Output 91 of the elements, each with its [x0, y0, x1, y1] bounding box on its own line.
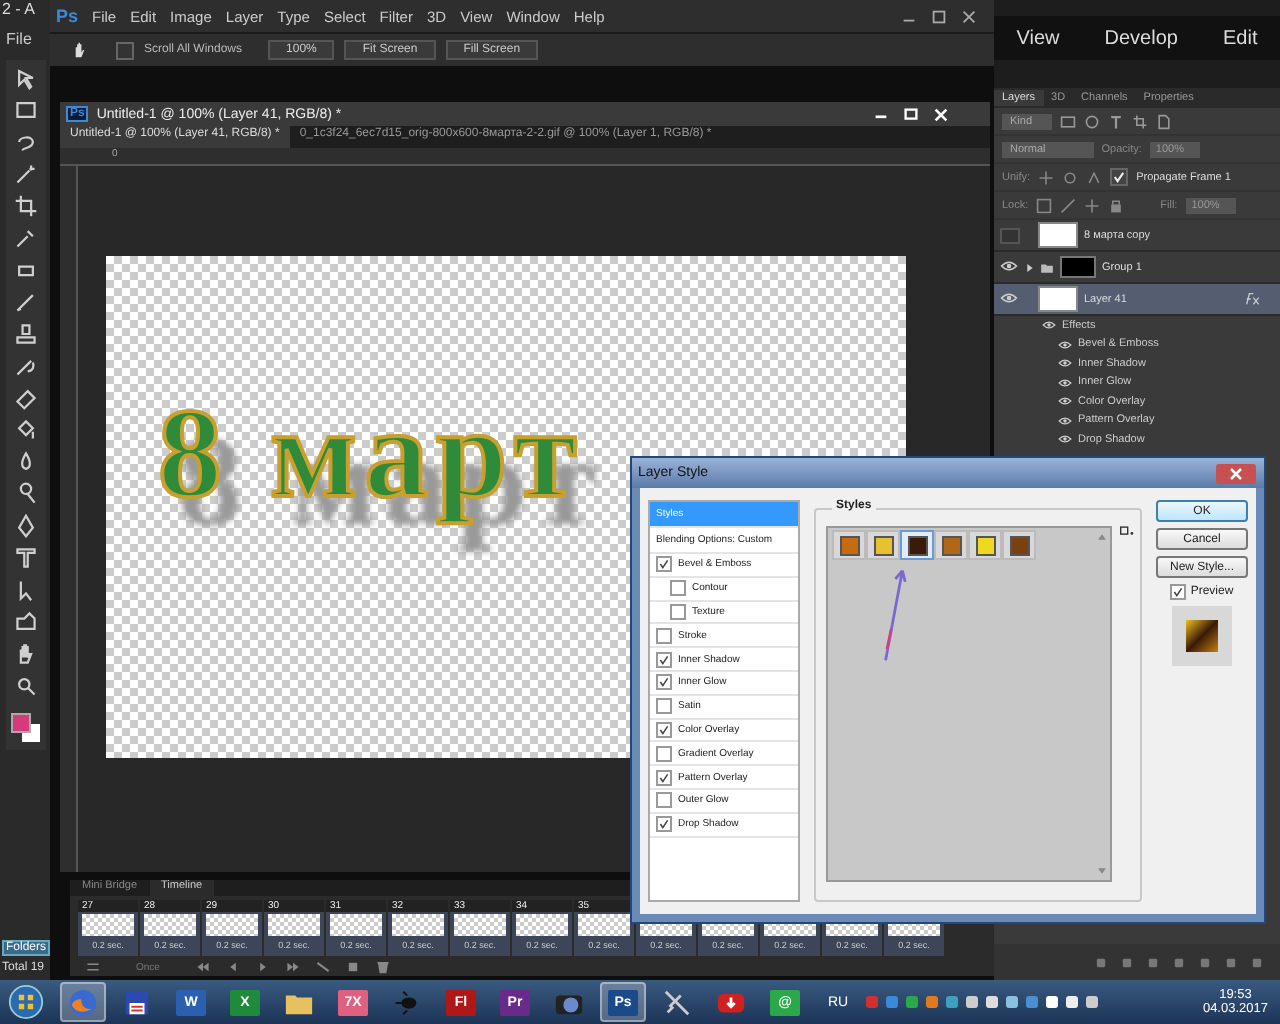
globe-icon [68, 987, 98, 1017]
eraser-icon[interactable] [13, 386, 37, 410]
pen-icon[interactable] [13, 514, 37, 538]
frame-thumbnail [206, 914, 258, 936]
frame-thumbnail [82, 914, 134, 936]
style-preview [1172, 606, 1232, 666]
checkbox[interactable] [656, 674, 672, 691]
checkbox[interactable] [1110, 168, 1129, 186]
tween-icon[interactable] [315, 960, 330, 974]
eye-icon[interactable] [1000, 291, 1020, 307]
frame-thumbnail [392, 914, 444, 936]
checkbox[interactable] [656, 698, 672, 715]
crop-icon[interactable] [1132, 113, 1149, 129]
eye-icon[interactable] [1058, 415, 1072, 426]
lock-pixels-icon[interactable] [1036, 197, 1053, 213]
unify-position-icon[interactable] [1038, 169, 1055, 185]
unify-style-icon[interactable] [1086, 169, 1103, 185]
app-logo: Ps [56, 6, 79, 26]
checkbox[interactable] [670, 603, 686, 620]
eye-icon[interactable] [1058, 339, 1072, 350]
type-icon[interactable] [1108, 113, 1125, 129]
frame-thumbnail [144, 914, 196, 936]
unify-visibility-icon[interactable] [1062, 169, 1079, 185]
checkbox[interactable] [656, 651, 672, 668]
eye-icon[interactable] [1058, 377, 1072, 388]
move-tool-icon[interactable] [13, 66, 37, 90]
shape-icon[interactable] [13, 610, 37, 634]
checkbox[interactable] [656, 792, 672, 809]
checkbox[interactable] [116, 41, 134, 59]
duplicate-frame-icon[interactable] [345, 960, 360, 974]
zoom-icon[interactable] [13, 674, 37, 698]
frame-thumbnail [516, 914, 568, 936]
lock-icon[interactable] [1108, 197, 1125, 213]
style-preset[interactable] [900, 530, 934, 560]
menu-item[interactable]: File [6, 30, 32, 48]
frame-thumbnail [268, 914, 320, 936]
brush-icon[interactable] [13, 290, 37, 314]
module-tab[interactable]: View [1016, 27, 1060, 49]
paint-bucket-icon[interactable] [13, 418, 37, 442]
play-icon[interactable] [255, 960, 270, 974]
checkbox[interactable] [656, 816, 672, 833]
stamp-icon[interactable] [13, 322, 37, 346]
maximize-icon[interactable] [902, 105, 920, 123]
image-icon[interactable] [1060, 113, 1077, 129]
frame-thumbnail [330, 914, 382, 936]
eye-icon[interactable] [1058, 358, 1072, 369]
checkbox[interactable] [1170, 584, 1187, 600]
circle-icon[interactable] [1084, 113, 1101, 129]
first-frame-icon[interactable] [195, 960, 210, 974]
style-preset[interactable] [1002, 530, 1036, 560]
module-tab[interactable]: Edit [1222, 27, 1258, 49]
module-tab[interactable]: Develop [1104, 27, 1178, 49]
color-swatches-icon[interactable] [9, 712, 41, 744]
checkbox[interactable] [656, 745, 672, 762]
eye-icon[interactable] [1058, 396, 1072, 407]
previous-frame-icon[interactable] [225, 960, 240, 974]
marquee-icon[interactable] [13, 98, 37, 122]
frame-thumbnail [578, 914, 630, 936]
layer-thumbnail [1038, 222, 1078, 248]
start-button[interactable] [8, 984, 44, 1020]
checkbox[interactable] [656, 556, 672, 573]
close-icon[interactable] [960, 7, 978, 25]
hand-icon[interactable] [70, 40, 90, 60]
move-icon[interactable] [1084, 197, 1101, 213]
window-title: 2 - A [2, 0, 35, 18]
checkbox[interactable] [656, 769, 672, 786]
frame-thumbnail [454, 914, 506, 936]
crop-icon[interactable] [13, 194, 37, 218]
eyedropper-icon[interactable] [13, 226, 37, 250]
panel-menu-icon[interactable] [1120, 526, 1134, 538]
checkbox[interactable] [656, 721, 672, 738]
maximize-icon[interactable] [930, 7, 948, 25]
caret-icon[interactable] [1026, 263, 1034, 271]
layer-thumbnail [1038, 286, 1078, 312]
convert-icon[interactable] [86, 960, 100, 974]
checkbox[interactable] [670, 580, 686, 597]
eye-icon[interactable] [1042, 320, 1056, 331]
close-button[interactable] [1216, 463, 1256, 483]
type-tool-icon[interactable] [13, 546, 37, 570]
magic-wand-icon[interactable] [13, 162, 37, 186]
eye-icon[interactable] [1000, 259, 1020, 275]
layer-thumbnail [1060, 256, 1096, 278]
checkbox[interactable] [656, 627, 672, 644]
next-frame-icon[interactable] [285, 960, 300, 974]
history-brush-icon[interactable] [13, 354, 37, 378]
eye-icon[interactable] [1058, 434, 1072, 445]
lasso-icon[interactable] [13, 130, 37, 154]
hidden-toggle[interactable] [1000, 227, 1020, 243]
jet-icon [662, 987, 692, 1017]
insect-icon [392, 987, 422, 1017]
document-icon[interactable] [1156, 113, 1173, 129]
